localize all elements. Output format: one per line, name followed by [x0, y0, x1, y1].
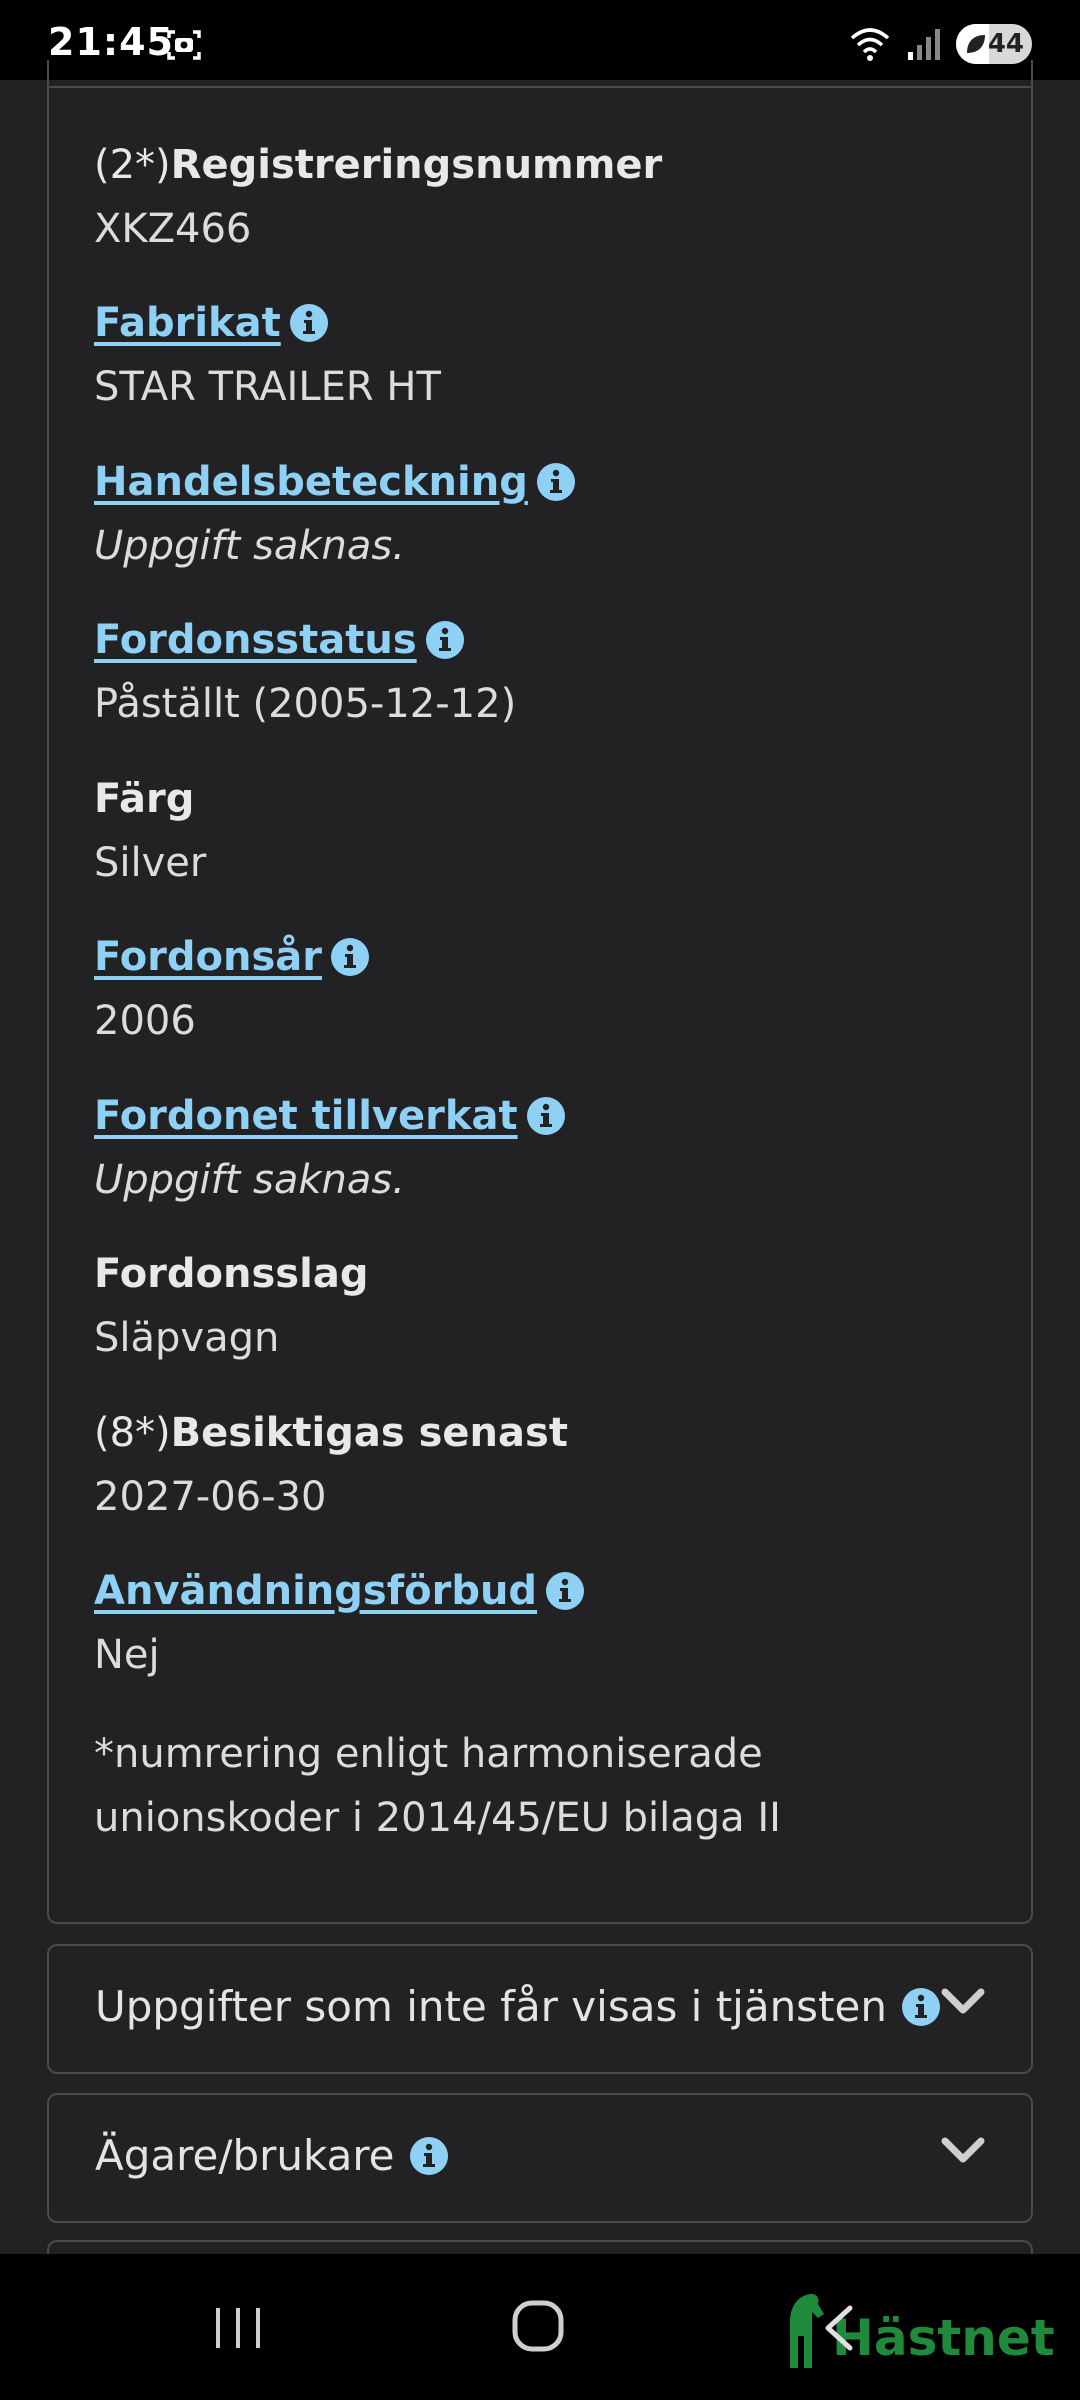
- detail-field: Fordonsår 2006: [94, 932, 370, 1046]
- battery-level: 44: [987, 29, 1024, 59]
- chevron-down-icon[interactable]: [941, 2135, 985, 2167]
- accordion-owner[interactable]: Ägare/brukare: [47, 2093, 1033, 2223]
- detail-field: Fordonsslag Släpvagn: [94, 1249, 368, 1363]
- detail-label-text: Besiktigas senast: [170, 1410, 568, 1456]
- accordion-title: Uppgifter som inte får visas i tjänsten: [95, 1982, 887, 2031]
- detail-field: (8*) Besiktigas senast 2027-06-30: [94, 1408, 568, 1522]
- power-saving-leaf-icon: [967, 35, 985, 53]
- status-time: 21:45: [48, 20, 174, 64]
- navigation-bar: Hästnet: [0, 2254, 1080, 2400]
- detail-label: Användningsförbud: [94, 1566, 585, 1616]
- card-divider: [47, 86, 1033, 88]
- detail-field: Användningsförbud Nej: [94, 1566, 585, 1680]
- detail-label-link[interactable]: Fordonsstatus: [94, 615, 417, 665]
- accordion-title: Ägare/brukare: [95, 2131, 395, 2180]
- detail-label-link[interactable]: Fordonsår: [94, 932, 322, 982]
- detail-value: Uppgift saknas.: [94, 523, 405, 569]
- detail-label-text: Fordonsslag: [94, 1251, 369, 1297]
- detail-field: (2*) Registreringsnummer XKZ466: [94, 140, 662, 254]
- detail-label-text: Registreringsnummer: [170, 142, 663, 188]
- detail-label-link[interactable]: Handelsbeteckning: [94, 457, 528, 507]
- detail-label: Fordonet tillverkat: [94, 1091, 566, 1141]
- detail-value: XKZ466: [94, 206, 252, 252]
- detail-value: Nej: [94, 1632, 160, 1678]
- wifi-icon: [850, 28, 890, 61]
- info-icon[interactable]: [425, 620, 465, 660]
- detail-label: Fordonsslag: [94, 1249, 368, 1299]
- footnote: *numrering enligt harmoniserade unionsko…: [94, 1731, 781, 1841]
- detail-value: 2027-06-30: [94, 1474, 327, 1520]
- info-icon[interactable]: [545, 1571, 585, 1611]
- detail-label-link[interactable]: Fordonet tillverkat: [94, 1091, 518, 1141]
- detail-label: Färg: [94, 774, 206, 824]
- info-icon[interactable]: [901, 1987, 941, 2027]
- detail-label: Fabrikat: [94, 298, 441, 348]
- signal-icon: [908, 29, 940, 60]
- detail-value: Silver: [94, 840, 207, 886]
- detail-value: 2006: [94, 998, 196, 1044]
- recent-apps-icon[interactable]: [212, 2306, 264, 2350]
- info-icon[interactable]: [289, 303, 329, 343]
- back-icon[interactable]: [822, 2304, 856, 2352]
- logo-text: Hästnet: [832, 2309, 1055, 2367]
- info-icon[interactable]: [409, 2136, 449, 2176]
- chevron-down-icon[interactable]: [941, 1986, 985, 2018]
- detail-label-text: Färg: [94, 776, 195, 822]
- info-icon[interactable]: [330, 937, 370, 977]
- field-code: (2*): [94, 142, 171, 188]
- detail-field: Fordonsstatus Påställt (2005-12-12): [94, 615, 516, 729]
- detail-label-link[interactable]: Användningsförbud: [94, 1566, 537, 1616]
- detail-label: Fordonsår: [94, 932, 370, 982]
- detail-label-link[interactable]: Fabrikat: [94, 298, 281, 348]
- info-icon[interactable]: [536, 462, 576, 502]
- detail-label: Fordonsstatus: [94, 615, 516, 665]
- detail-field: Handelsbeteckning Uppgift saknas.: [94, 457, 576, 571]
- detail-label: Handelsbeteckning: [94, 457, 576, 507]
- detail-value: STAR TRAILER HT: [94, 364, 441, 410]
- accordion-hidden-data[interactable]: Uppgifter som inte får visas i tjänsten: [47, 1944, 1033, 2074]
- detail-value: Uppgift saknas.: [94, 1157, 405, 1203]
- battery-indicator: 44: [956, 24, 1032, 64]
- detail-label: (8*) Besiktigas senast: [94, 1408, 568, 1458]
- screen-record-icon: [167, 30, 201, 60]
- home-icon[interactable]: [512, 2300, 564, 2352]
- detail-field: Fordonet tillverkat Uppgift saknas.: [94, 1091, 566, 1205]
- detail-field: Färg Silver: [94, 774, 206, 888]
- info-icon[interactable]: [526, 1096, 566, 1136]
- detail-value: Släpvagn: [94, 1315, 280, 1361]
- detail-value: Påställt (2005-12-12): [94, 681, 517, 727]
- detail-field: Fabrikat STAR TRAILER HT: [94, 298, 441, 412]
- detail-label: (2*) Registreringsnummer: [94, 140, 662, 190]
- field-code: (8*): [94, 1410, 171, 1456]
